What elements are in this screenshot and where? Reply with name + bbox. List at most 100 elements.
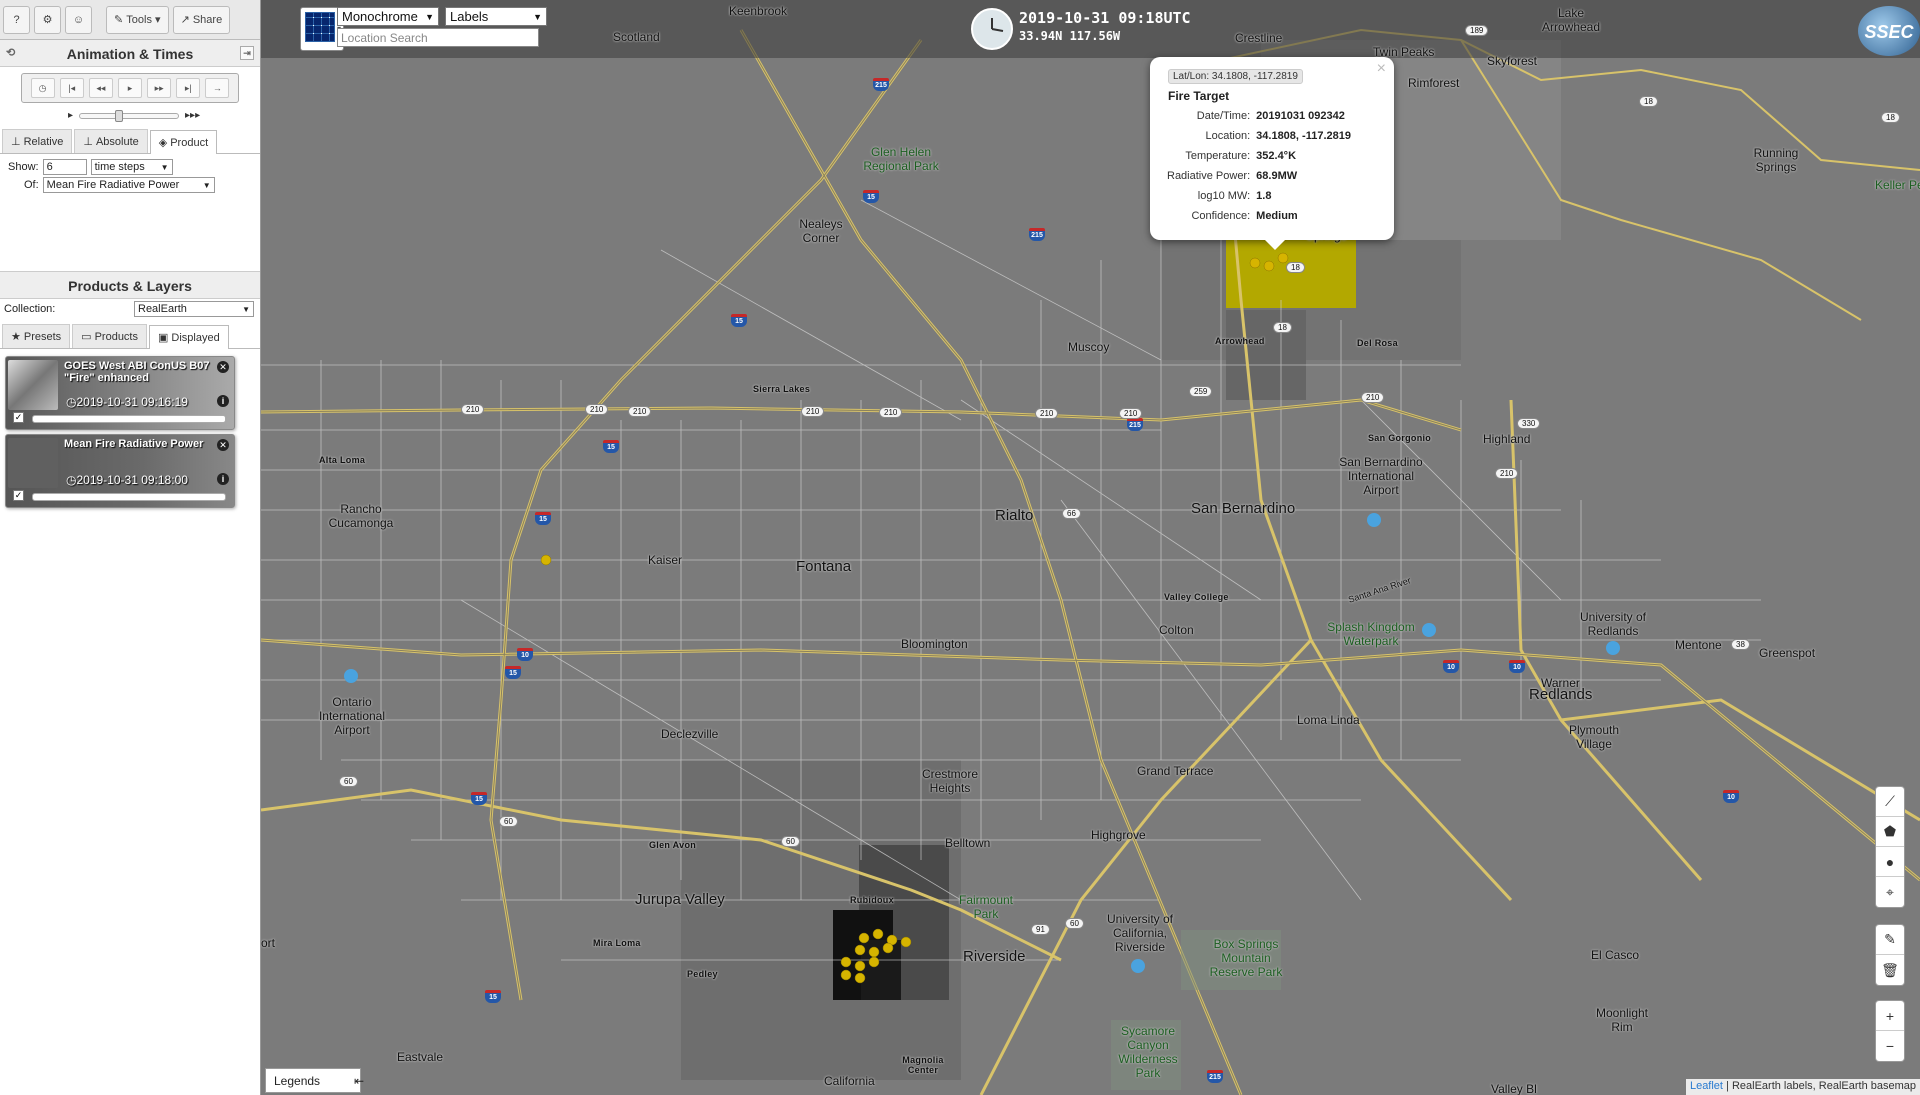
realtime-button[interactable]: ◷ [30,78,55,98]
tab-presets[interactable]: ★ Presets [2,324,71,348]
draw-toolbar: ⟋ ⬟ ● ⌖ [1875,786,1905,908]
popup-key: Temperature: [1185,150,1251,162]
place-label: Belltown [945,836,991,850]
tab-products[interactable]: ▭ Products [72,324,147,348]
map-datetime: 2019-10-31 09:18UTC [1019,9,1191,27]
draw-line-icon[interactable]: ⟋ [1876,787,1904,817]
cursor-coordinates: 33.94N 117.56W [1019,29,1121,43]
highway-shield: 15 [863,190,879,203]
legends-button[interactable]: Legends ⇤ [265,1068,364,1093]
map-view[interactable]: Keenbrook Scotland Crestline Twin Peaks … [261,0,1920,1095]
place-label: Grand Terrace [1137,764,1214,778]
remove-layer-icon[interactable]: ✕ [217,361,229,373]
opacity-slider[interactable] [32,415,226,423]
steps-select[interactable]: time steps [90,159,173,175]
layer-card-frp[interactable]: Mean Fire Radiative Power ◷2019-10-31 09… [5,434,235,508]
tag-icon: ◈ [158,137,168,149]
remove-layer-icon[interactable]: ✕ [217,439,229,451]
highway-shield: 15 [731,314,747,327]
place-label: Riverside [963,948,1026,965]
location-search-input[interactable]: Location Search [337,28,539,47]
leaflet-link[interactable]: Leaflet [1690,1080,1723,1092]
popup-title: Fire Target [1168,89,1230,103]
speed-slider-knob[interactable] [115,109,124,122]
layer-visible-checkbox[interactable]: ✓ [13,490,24,501]
place-label: Box Springs Mountain Reserve Park [1209,937,1283,979]
place-label: Rancho Cucamonga [328,502,394,530]
step-forward-button[interactable]: ▸▸ [147,78,172,98]
of-select[interactable]: Mean Fire Radiative Power [42,177,215,193]
highway-shield: 215 [1127,418,1143,431]
next-button[interactable]: → [205,78,230,98]
layer-title: Mean Fire Radiative Power [64,438,204,450]
info-icon[interactable]: i [217,473,229,485]
play-button[interactable]: ▸ [117,78,142,98]
draw-circle-icon[interactable]: ● [1876,847,1904,877]
draw-polygon-icon[interactable]: ⬟ [1876,817,1904,847]
close-icon[interactable]: × [1377,60,1386,78]
popup-key: Location: [1205,130,1251,142]
user-button[interactable]: ☺ [65,5,92,34]
layer-time-text: 2019-10-31 09:16:19 [76,395,188,409]
show-label: Show: [8,161,39,173]
share-button[interactable]: ↗ Share [172,5,231,34]
edit-icon[interactable]: ✎ [1876,925,1904,955]
left-panel: ? ⚙ ☺ ✎ Tools ▾ ↗ Share ⟲ Animation & Ti… [0,0,261,1095]
labels-select[interactable]: Labels [445,7,547,26]
share-icon: ↗ [180,14,190,26]
step-back-button[interactable]: ◂◂ [88,78,113,98]
route-marker: 210 [628,406,652,417]
place-label: Sycamore Canyon Wilderness Park [1118,1024,1178,1080]
popup-row: Confidence: Medium [1164,206,1354,226]
settings-button[interactable]: ⚙ [34,5,61,34]
basemap-select[interactable]: Monochrome [337,7,439,26]
popup-value: 352.4°K [1256,150,1297,162]
highway-shield: 15 [485,990,501,1003]
help-button[interactable]: ? [3,5,30,34]
route-marker: 18 [1286,262,1305,273]
clock-icon [971,8,1013,50]
speed-slider[interactable] [79,109,180,122]
last-frame-button[interactable]: ▸| [176,78,201,98]
tab-products-label: Products [94,330,138,343]
first-frame-button[interactable]: |◂ [59,78,84,98]
tab-displayed-label: Displayed [171,331,220,344]
trash-icon[interactable]: 🗑 [1876,955,1904,985]
user-icon: ☺ [72,13,85,26]
attribution: Leaflet | RealEarth labels, RealEarth ba… [1685,1079,1920,1095]
popup-latlon: Lat/Lon: 34.1808, -117.2819 [1168,69,1303,84]
zoom-out-button[interactable]: − [1876,1031,1904,1061]
place-label: Jurupa Valley [635,891,725,908]
pin-icon[interactable]: ⇤ [354,1074,364,1088]
zoom-in-button[interactable]: + [1876,1001,1904,1031]
place-label: University of California, Riverside [1106,912,1174,954]
route-marker: 18 [1881,112,1900,123]
info-icon[interactable]: i [217,395,229,407]
collection-select[interactable]: RealEarth [134,301,254,317]
image-icon: ▣ [158,332,169,344]
tools-button[interactable]: ✎ Tools ▾ [106,5,169,34]
route-marker: 210 [585,404,609,415]
collapse-icon[interactable]: ⇥ [240,46,254,60]
popup-row: Location: 34.1808, -117.2819 [1164,126,1354,146]
legends-label: Legends [274,1073,321,1088]
tab-displayed[interactable]: ▣ Displayed [149,325,229,349]
place-label: Magnolia Center [902,1055,944,1075]
tab-relative[interactable]: ⊥ Relative [2,129,73,153]
place-label: Crestmore Heights [921,767,978,795]
ssec-logo[interactable]: SSEC [1858,6,1920,56]
layer-card-goes[interactable]: GOES West ABI ConUS B07 "Fire" enhanced … [5,356,235,430]
sync-icon[interactable]: ⟲ [6,46,15,59]
route-marker: 210 [1035,408,1059,419]
show-count-input[interactable]: 6 [42,159,87,175]
place-label: San Gorgonio [1368,433,1432,443]
place-label: Splash Kingdom Waterpark [1327,620,1415,648]
tab-product[interactable]: ◈ Product [149,130,218,154]
opacity-slider[interactable] [32,493,226,501]
draw-marker-icon[interactable]: ⌖ [1876,877,1904,907]
route-marker: 210 [461,404,485,415]
place-label: Scotland [613,30,660,44]
layer-visible-checkbox[interactable]: ✓ [13,412,24,423]
tab-absolute[interactable]: ⊥ Absolute [74,129,148,153]
place-label: San Bernardino [1191,500,1296,517]
